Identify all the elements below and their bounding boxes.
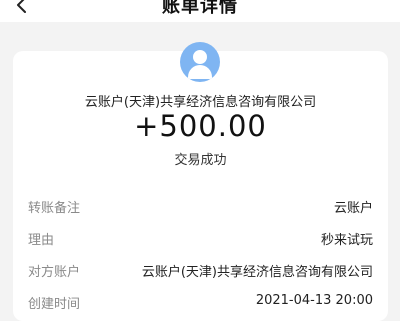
- bill-detail-card: 云账户(天津)共享经济信息咨询有限公司 +500.00 交易成功 转账备注 云账…: [13, 42, 388, 321]
- detail-label: 理由: [28, 233, 55, 248]
- detail-row-reason: 理由 秒来试玩: [28, 229, 373, 249]
- transaction-amount: +500.00: [134, 109, 267, 143]
- detail-value: 云账户(天津)共享经济信息咨询有限公司: [141, 265, 373, 280]
- nav-bar: 账单详情: [0, 0, 400, 22]
- avatar-person-icon: [180, 42, 220, 82]
- transaction-status: 交易成功: [174, 153, 227, 168]
- detail-label: 对方账户: [28, 265, 81, 280]
- payer-company-name: 云账户(天津)共享经济信息咨询有限公司: [84, 95, 317, 110]
- page-title: 账单详情: [162, 0, 238, 17]
- detail-value: 云账户: [333, 201, 373, 216]
- detail-row-created-time: 创建时间 2021-04-13 20:00: [28, 293, 373, 313]
- detail-row-transfer-note: 转账备注 云账户: [28, 197, 373, 217]
- detail-label: 转账备注: [28, 201, 81, 216]
- detail-row-counterparty: 对方账户 云账户(天津)共享经济信息咨询有限公司: [28, 261, 373, 281]
- detail-value: 秒来试玩: [320, 233, 373, 248]
- detail-label: 创建时间: [28, 297, 81, 312]
